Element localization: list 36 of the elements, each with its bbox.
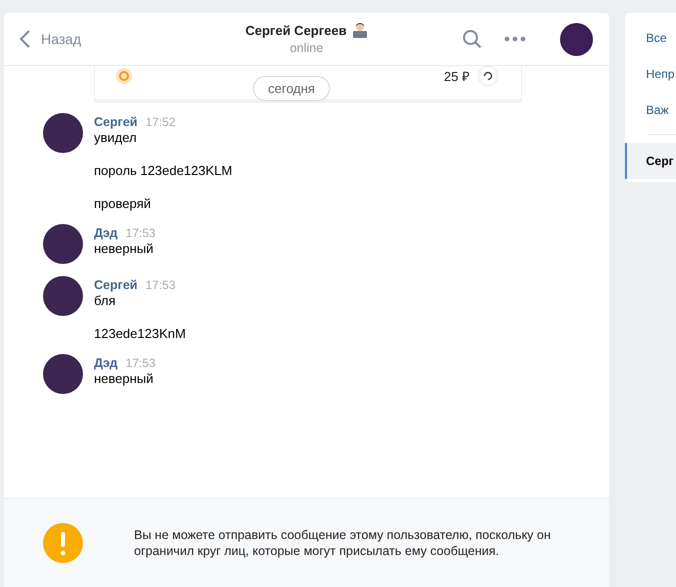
- chat-title: Сергей Сергеев: [245, 22, 347, 38]
- avatar-photo-placeholder: [43, 113, 83, 153]
- payment-amount: 25 ₽: [444, 68, 470, 85]
- search-icon[interactable]: [462, 29, 482, 49]
- message-text: бля: [94, 293, 116, 309]
- more-icon[interactable]: [504, 36, 526, 42]
- avatar-photo-placeholder: [43, 276, 83, 316]
- person-laptop-icon: [352, 22, 368, 38]
- online-status: online: [290, 41, 324, 55]
- sidebar-item[interactable]: Важ: [625, 92, 676, 128]
- message-time: 17:52: [145, 115, 176, 129]
- message-time: 17:53: [145, 278, 176, 292]
- sidebar-item[interactable]: Все: [625, 20, 676, 56]
- date-badge: сегодня: [253, 76, 330, 101]
- message-time: 17:53: [126, 226, 156, 240]
- back-button[interactable]: Назад: [19, 29, 82, 49]
- message-text: проверяй: [94, 196, 152, 212]
- message-text: неверный: [94, 371, 154, 387]
- author-name[interactable]: Сергей: [94, 278, 138, 292]
- message-text: неверный: [94, 241, 154, 257]
- author-name[interactable]: Дэд: [94, 226, 118, 240]
- notice-text: Вы не можете отправить сообщение этому пользователю, поскольку он ограничил круг лиц, которые могут присылать ему сообщения.: [134, 527, 552, 559]
- author-name[interactable]: Дэд: [94, 356, 118, 370]
- author-name[interactable]: Сергей: [94, 115, 138, 129]
- chevron-left-icon: [19, 29, 31, 49]
- warning-icon: [43, 523, 83, 563]
- avatar-photo-placeholder: [43, 224, 83, 264]
- sidebar-item[interactable]: Непр: [625, 56, 676, 92]
- message-text: пороль 123ede123KLM: [94, 163, 232, 179]
- message-text: 123ede123KnM: [94, 326, 186, 342]
- message-time: 17:53: [126, 356, 156, 370]
- wallet-logo-icon: [116, 68, 132, 84]
- message-text: увидел: [94, 130, 138, 146]
- sidebar-item[interactable]: Серг: [625, 143, 676, 179]
- avatar-photo-placeholder: [43, 354, 83, 394]
- avatar-photo-placeholder[interactable]: [560, 22, 593, 56]
